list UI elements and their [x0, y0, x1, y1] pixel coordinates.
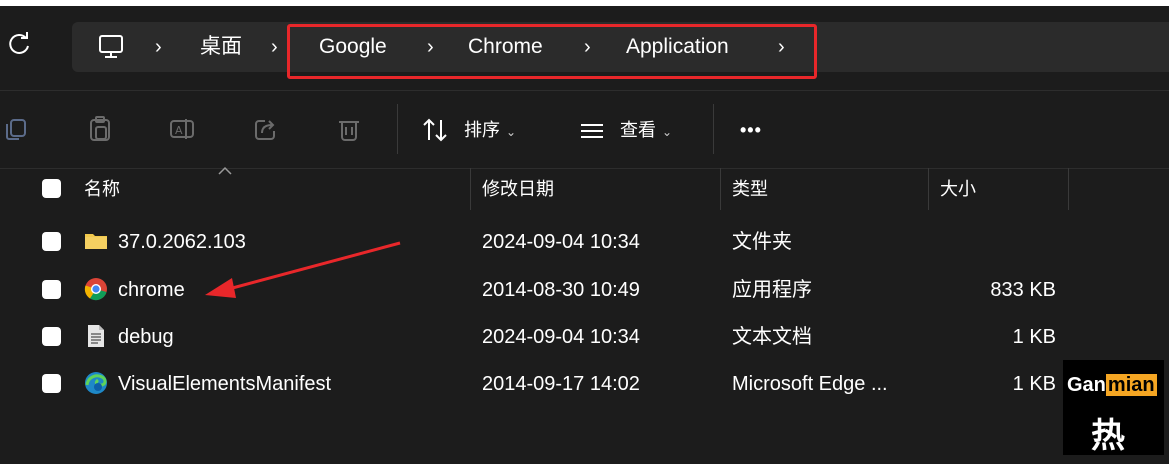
file-modified: 2014-08-30 10:49	[482, 279, 640, 301]
watermark-part1: Gan	[1067, 374, 1106, 396]
file-name[interactable]: debug	[118, 324, 174, 350]
breadcrumb-desktop[interactable]: 桌面	[200, 33, 242, 61]
column-name[interactable]: 名称	[84, 178, 120, 200]
paste-icon[interactable]	[86, 115, 114, 143]
file-type: 文件夹	[732, 231, 792, 253]
sort-label: 排序	[464, 120, 500, 140]
share-icon[interactable]	[252, 115, 280, 143]
file-size: 1 KB	[1012, 326, 1056, 348]
file-type: 应用程序	[732, 279, 812, 301]
view-button[interactable]: 查看 ⌄	[620, 118, 672, 144]
sort-icon	[423, 118, 447, 142]
column-header-row	[0, 168, 1169, 213]
select-all-checkbox[interactable]	[42, 179, 61, 198]
file-name[interactable]: VisualElementsManifest	[118, 371, 331, 397]
file-size: 1 KB	[1012, 373, 1056, 395]
column-divider[interactable]	[720, 168, 721, 210]
refresh-icon[interactable]	[6, 30, 34, 58]
column-type[interactable]: 类型	[732, 178, 768, 200]
chevron-down-icon: ⌄	[506, 125, 517, 139]
file-modified: 2024-09-04 10:34	[482, 231, 640, 253]
file-type: 文本文档	[732, 326, 812, 348]
watermark-part2: mian	[1105, 374, 1157, 396]
file-type: Microsoft Edge ...	[732, 373, 888, 395]
rename-icon[interactable]: A	[168, 115, 196, 143]
chevron-down-icon: ⌄	[662, 125, 673, 139]
column-size[interactable]: 大小	[940, 178, 976, 200]
toolbar-divider	[713, 104, 714, 154]
row-checkbox[interactable]	[42, 280, 61, 299]
folder-icon	[85, 234, 107, 249]
breadcrumb-separator: ›	[155, 36, 162, 58]
view-label: 查看	[620, 120, 656, 140]
watermark-text: Gan mian	[1067, 374, 1157, 397]
watermark-glyph: 热	[1091, 416, 1125, 456]
this-pc-icon[interactable]	[96, 33, 126, 61]
column-modified[interactable]: 修改日期	[482, 178, 554, 200]
column-divider[interactable]	[470, 168, 471, 210]
row-checkbox[interactable]	[42, 232, 61, 251]
more-options-button[interactable]: •••	[740, 118, 762, 142]
breadcrumb-separator: ›	[271, 36, 278, 58]
column-divider[interactable]	[1068, 168, 1069, 210]
svg-text:A: A	[175, 124, 183, 137]
delete-icon[interactable]	[335, 115, 363, 143]
file-name[interactable]: chrome	[118, 277, 185, 303]
column-divider[interactable]	[928, 168, 929, 210]
sort-ascending-caret-icon	[218, 166, 232, 175]
view-icon	[581, 124, 603, 138]
row-checkbox[interactable]	[42, 327, 61, 346]
file-modified: 2024-09-04 10:34	[482, 326, 640, 348]
file-size: 833 KB	[990, 279, 1056, 301]
chrome-icon	[84, 278, 107, 301]
row-checkbox[interactable]	[42, 374, 61, 393]
watermark-logo: Gan mian 热	[1063, 360, 1164, 456]
text-document-icon	[88, 325, 104, 347]
file-modified: 2014-09-17 14:02	[482, 373, 640, 395]
annotation-highlight-box	[287, 24, 817, 79]
file-name[interactable]: 37.0.2062.103	[118, 229, 246, 255]
edge-icon	[85, 372, 107, 394]
sort-button[interactable]: 排序 ⌄	[464, 118, 516, 144]
toolbar-divider	[397, 104, 398, 154]
copy-icon[interactable]	[2, 115, 30, 143]
